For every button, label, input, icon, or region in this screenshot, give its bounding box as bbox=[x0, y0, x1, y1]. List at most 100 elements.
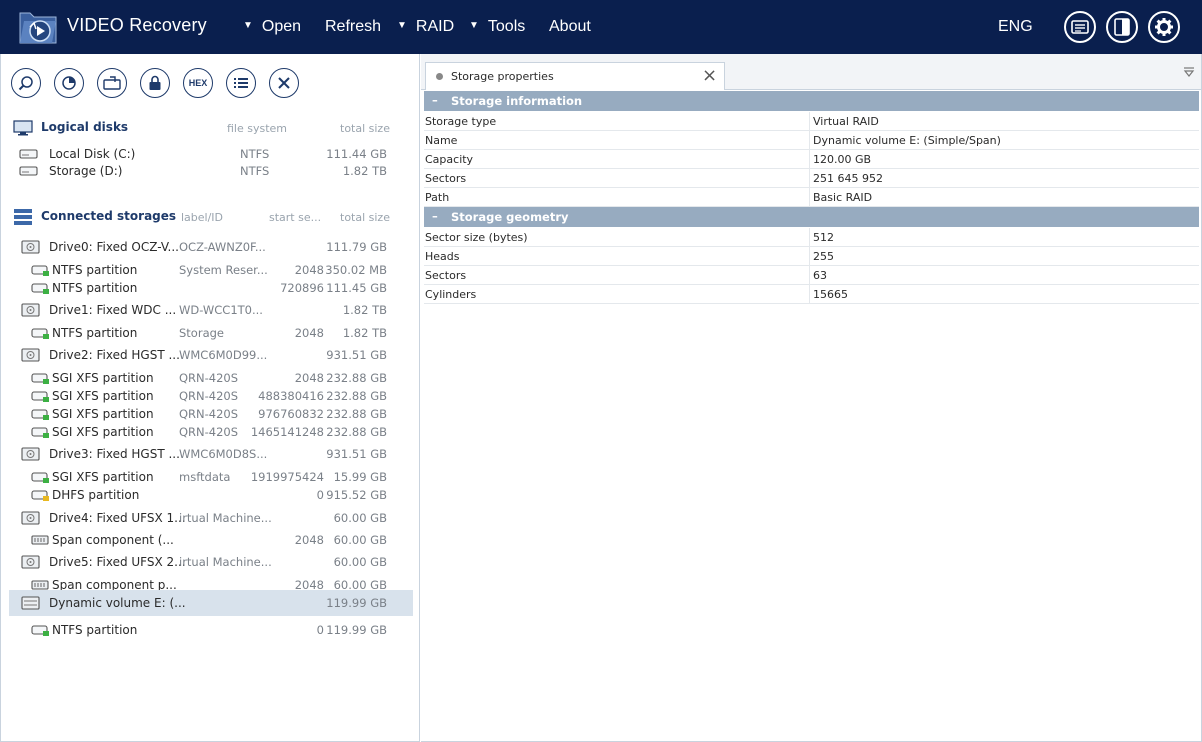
column-separator bbox=[809, 150, 810, 169]
partition-icon bbox=[31, 409, 49, 420]
storage-row[interactable]: Span component (... 2048 60.00 GB bbox=[9, 531, 413, 549]
storage-row[interactable]: Dynamic volume E: (... 119.99 GB bbox=[9, 590, 413, 616]
property-row[interactable]: Sector size (bytes) 512 bbox=[424, 228, 1199, 247]
panel-toggle-button[interactable] bbox=[1106, 11, 1138, 43]
property-row[interactable]: Sectors 251 645 952 bbox=[424, 169, 1199, 188]
storage-start-sector: 1919975424 bbox=[250, 470, 324, 484]
storage-row[interactable]: SGI XFS partition QRN-420S 1465141248 232.8… bbox=[9, 423, 413, 441]
menu-open[interactable]: ▼ Open bbox=[243, 18, 301, 36]
column-separator bbox=[809, 247, 810, 266]
search-scan-icon bbox=[18, 76, 33, 91]
storage-row[interactable]: Drive5: Fixed UFSX 2... irtual Machine...… bbox=[9, 553, 413, 571]
hard-drive-icon bbox=[21, 511, 40, 525]
property-row[interactable]: Capacity 120.00 GB bbox=[424, 150, 1199, 169]
storage-row[interactable]: Drive4: Fixed UFSX 1... irtual Machine...… bbox=[9, 509, 413, 527]
tab-close-icon[interactable]: × bbox=[702, 65, 717, 86]
logical-disk-row[interactable]: Storage (D:) NTFS 1.82 TB bbox=[9, 162, 413, 180]
partition-icon bbox=[31, 490, 49, 501]
close-storage-button[interactable] bbox=[269, 68, 299, 98]
disk-fs: NTFS bbox=[240, 164, 270, 178]
col-start-sector: start se... bbox=[269, 211, 322, 224]
lock-button[interactable] bbox=[140, 68, 170, 98]
column-separator bbox=[809, 112, 810, 131]
disk-fs: NTFS bbox=[240, 147, 270, 161]
tab-status-dot bbox=[436, 73, 443, 80]
property-group-header[interactable]: – Storage information bbox=[424, 91, 1199, 111]
storage-row[interactable]: Drive3: Fixed HGST ... WMC6M0D8S... 931.51… bbox=[9, 445, 413, 463]
property-row[interactable]: Name Dynamic volume E: (Simple/Span) bbox=[424, 131, 1199, 150]
language-selector[interactable]: ENG bbox=[998, 18, 1033, 36]
storage-row[interactable]: NTFS partition System Reser... 2048 350.02 … bbox=[9, 261, 413, 279]
storage-label: msftdata bbox=[179, 470, 231, 484]
property-row[interactable]: Heads 255 bbox=[424, 247, 1199, 266]
storage-row[interactable]: NTFS partition 0 119.99 GB bbox=[9, 621, 413, 639]
storage-row[interactable]: Drive0: Fixed OCZ-V... OCZ-AWNZ0F... 111.7… bbox=[9, 238, 413, 256]
storage-row[interactable]: SGI XFS partition QRN-420S 488380416 232.88… bbox=[9, 387, 413, 405]
settings-button[interactable] bbox=[1148, 11, 1180, 43]
storage-row[interactable]: NTFS partition 720896 111.45 GB bbox=[9, 279, 413, 297]
storage-size: 232.88 GB bbox=[326, 389, 387, 403]
storage-label: QRN-420S bbox=[179, 389, 239, 403]
menu-raid[interactable]: ▼ RAID bbox=[397, 18, 454, 36]
hex-button[interactable]: HEX bbox=[183, 68, 213, 98]
property-key: Sectors bbox=[425, 172, 467, 185]
menu-about[interactable]: About bbox=[549, 18, 591, 36]
storage-label: System Reser... bbox=[179, 263, 268, 277]
create-image-button[interactable] bbox=[97, 68, 127, 98]
collapse-icon[interactable]: – bbox=[432, 93, 438, 107]
storage-size: 915.52 GB bbox=[326, 488, 387, 502]
tab-bar: Storage properties × bbox=[421, 54, 1201, 90]
menu-tools[interactable]: ▼ Tools bbox=[469, 18, 525, 36]
property-row[interactable]: Sectors 63 bbox=[424, 266, 1199, 285]
menu-refresh[interactable]: Refresh bbox=[325, 18, 381, 36]
storage-row[interactable]: NTFS partition Storage 2048 1.82 TB bbox=[9, 324, 413, 342]
chevron-down-icon: ▼ bbox=[469, 20, 479, 31]
storage-row[interactable]: DHFS partition 0 915.52 GB bbox=[9, 486, 413, 504]
storage-size: 931.51 GB bbox=[326, 447, 387, 461]
storage-name: SGI XFS partition bbox=[52, 389, 154, 403]
col-total-size: total size bbox=[340, 122, 390, 135]
storage-row[interactable]: SGI XFS partition QRN-420S 2048 232.88 GB bbox=[9, 369, 413, 387]
property-group-header[interactable]: – Storage geometry bbox=[424, 207, 1199, 227]
storage-start-sector: 488380416 bbox=[258, 389, 324, 403]
storage-row[interactable]: SGI XFS partition QRN-420S 976760832 232.88… bbox=[9, 405, 413, 423]
menu-about-label: About bbox=[549, 18, 591, 35]
property-key: Sector size (bytes) bbox=[425, 231, 528, 244]
property-row[interactable]: Cylinders 15665 bbox=[424, 285, 1199, 304]
fast-scan-button[interactable] bbox=[54, 68, 84, 98]
storage-row[interactable]: SGI XFS partition msftdata 1919975424 15.99… bbox=[9, 468, 413, 486]
scan-button[interactable] bbox=[11, 68, 41, 98]
storage-label: irtual Machine... bbox=[179, 555, 272, 569]
tab-storage-properties[interactable]: Storage properties × bbox=[425, 62, 725, 90]
property-row[interactable]: Storage type Virtual RAID bbox=[424, 112, 1199, 131]
log-button[interactable] bbox=[1064, 11, 1096, 43]
storage-name: Span component (... bbox=[52, 533, 174, 547]
disk-size: 111.44 GB bbox=[326, 147, 387, 161]
disk-size: 1.82 TB bbox=[342, 164, 387, 178]
partition-icon bbox=[31, 391, 49, 402]
tab-menu-icon[interactable] bbox=[1183, 66, 1195, 78]
disk-name: Storage (D:) bbox=[49, 164, 123, 178]
list-button[interactable] bbox=[226, 68, 256, 98]
logical-disk-row[interactable]: Local Disk (C:) NTFS 111.44 GB bbox=[9, 145, 413, 163]
property-value: 15665 bbox=[813, 288, 848, 301]
storage-size: 119.99 GB bbox=[326, 623, 387, 637]
monitor-icon bbox=[13, 120, 33, 136]
storage-size: 350.02 MB bbox=[325, 263, 387, 277]
connected-storages-title: Connected storages bbox=[41, 209, 177, 223]
storage-row[interactable]: Drive2: Fixed HGST ... WMC6M0D99... 931.51… bbox=[9, 346, 413, 364]
collapse-icon[interactable]: – bbox=[432, 209, 438, 223]
storage-start-sector: 2048 bbox=[294, 263, 324, 277]
log-icon bbox=[1071, 20, 1089, 34]
column-separator bbox=[809, 188, 810, 207]
storage-row[interactable]: Drive1: Fixed WDC ... WD-WCC1T0... 1.82 TB bbox=[9, 301, 413, 319]
storage-size: 60.00 GB bbox=[333, 533, 387, 547]
property-value: 512 bbox=[813, 231, 834, 244]
storage-start-sector: 1465141248 bbox=[250, 425, 324, 439]
storage-size: 931.51 GB bbox=[326, 348, 387, 362]
storage-name: NTFS partition bbox=[52, 326, 138, 340]
storage-size: 60.00 GB bbox=[333, 555, 387, 569]
property-row[interactable]: Path Basic RAID bbox=[424, 188, 1199, 207]
span-component-icon bbox=[31, 535, 49, 545]
property-key: Heads bbox=[425, 250, 460, 263]
